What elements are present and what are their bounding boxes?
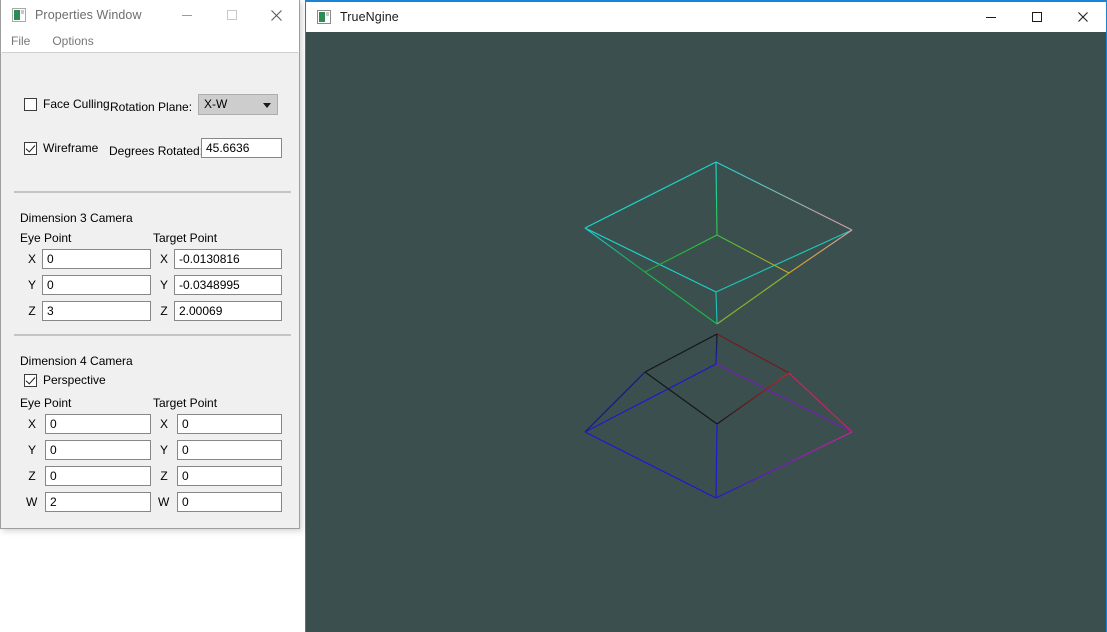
properties-body: Face Culling Rotation Plane: X-W Wirefra… xyxy=(2,52,298,527)
d4-eye-z-axis-label: Z xyxy=(28,469,36,483)
properties-titlebar[interactable]: Properties Window xyxy=(1,0,299,31)
d4-target-point-label: Target Point xyxy=(153,396,218,410)
rotation-plane-value: X-W xyxy=(204,97,228,111)
d4-eye-w-input[interactable] xyxy=(45,492,151,512)
maximize-icon[interactable] xyxy=(209,0,254,30)
d4-target-y-input[interactable] xyxy=(177,440,282,460)
d3-eye-y-input[interactable] xyxy=(42,275,151,295)
d3-target-z-axis-label: Z xyxy=(160,304,168,318)
perspective-checkbox[interactable]: Perspective xyxy=(24,373,106,392)
d4-eye-y-axis-label: Y xyxy=(27,443,36,457)
d4-target-w-axis-label: W xyxy=(158,495,170,509)
minimize-icon[interactable] xyxy=(968,2,1014,32)
d4-eye-z-input[interactable] xyxy=(45,466,151,486)
d3-eye-x-input[interactable] xyxy=(42,249,151,269)
d3-target-point-label: Target Point xyxy=(153,231,218,245)
truengine-window-controls xyxy=(968,2,1106,32)
perspective-label: Perspective xyxy=(43,373,106,387)
menu-item-options[interactable]: Options xyxy=(52,34,93,48)
d3-eye-z-axis-label: Z xyxy=(28,304,36,318)
truengine-3d-viewport[interactable] xyxy=(306,32,1106,632)
d4-target-x-input[interactable] xyxy=(177,414,282,434)
app-icon xyxy=(317,10,331,24)
d4-eye-point-label: Eye Point xyxy=(20,396,72,410)
d4-target-z-input[interactable] xyxy=(177,466,282,486)
d3-target-x-input[interactable] xyxy=(174,249,282,269)
d4-target-w-input[interactable] xyxy=(177,492,282,512)
close-icon[interactable] xyxy=(254,0,299,30)
d4-eye-x-axis-label: X xyxy=(27,417,36,431)
degrees-rotated-label: Degrees Rotated: xyxy=(109,144,204,158)
wireframe-checkbox[interactable]: Wireframe xyxy=(24,141,98,160)
dimension4-camera-title: Dimension 4 Camera xyxy=(20,354,133,368)
properties-window: Properties Window File Options Face Cull… xyxy=(0,0,300,529)
d4-eye-x-input[interactable] xyxy=(45,414,151,434)
d4-eye-w-axis-label: W xyxy=(26,495,38,509)
d3-target-y-input[interactable] xyxy=(174,275,282,295)
chevron-down-icon xyxy=(263,103,271,108)
screen: TrueNgine Properties Window File Options… xyxy=(0,0,1107,632)
properties-window-title: Properties Window xyxy=(35,8,142,22)
d3-target-y-axis-label: Y xyxy=(159,278,168,292)
face-culling-checkbox[interactable]: Face Culling xyxy=(24,97,110,116)
dimension3-camera-title: Dimension 3 Camera xyxy=(20,211,133,225)
d3-target-x-axis-label: X xyxy=(159,252,168,266)
maximize-icon[interactable] xyxy=(1014,2,1060,32)
d3-eye-y-axis-label: Y xyxy=(27,278,36,292)
degrees-rotated-input[interactable] xyxy=(201,138,282,158)
d4-target-x-axis-label: X xyxy=(159,417,168,431)
face-culling-check-box[interactable] xyxy=(24,97,37,111)
section-divider xyxy=(14,334,291,336)
tesseract-wireframe xyxy=(584,161,853,499)
rotation-plane-dropdown[interactable]: X-W xyxy=(198,94,278,115)
app-icon xyxy=(12,8,26,22)
d3-eye-x-axis-label: X xyxy=(27,252,36,266)
perspective-check-box[interactable] xyxy=(24,373,37,387)
d4-target-z-axis-label: Z xyxy=(160,469,168,483)
menu-item-file[interactable]: File xyxy=(11,34,30,48)
truengine-title: TrueNgine xyxy=(340,10,399,24)
properties-menubar: File Options xyxy=(1,30,299,52)
wireframe-label: Wireframe xyxy=(43,141,99,155)
truengine-titlebar[interactable]: TrueNgine xyxy=(306,2,1106,32)
properties-window-controls xyxy=(164,0,299,30)
d3-target-z-input[interactable] xyxy=(174,301,282,321)
minimize-icon[interactable] xyxy=(164,0,209,30)
truengine-window: TrueNgine xyxy=(305,0,1107,632)
d3-eye-z-input[interactable] xyxy=(42,301,151,321)
section-divider xyxy=(14,191,291,193)
d4-target-y-axis-label: Y xyxy=(159,443,168,457)
face-culling-label: Face Culling xyxy=(43,97,110,111)
d3-eye-point-label: Eye Point xyxy=(20,231,72,245)
d4-eye-y-input[interactable] xyxy=(45,440,151,460)
close-icon[interactable] xyxy=(1060,2,1106,32)
rotation-plane-label: Rotation Plane: xyxy=(110,100,193,114)
wireframe-check-box[interactable] xyxy=(24,141,37,155)
